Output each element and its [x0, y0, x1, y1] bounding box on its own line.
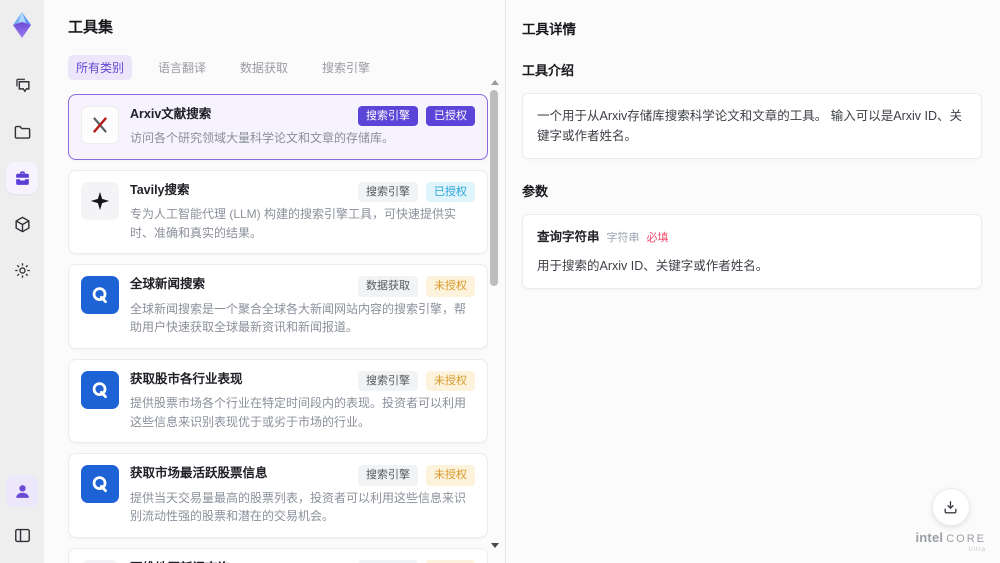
auth-status-badge: 未授权 — [426, 465, 475, 486]
auth-status-badge: 未授权 — [426, 370, 475, 392]
tool-title: 获取市场最活跃股票信息 — [130, 466, 268, 481]
category-tab[interactable]: 数据获取 — [232, 55, 296, 80]
category-tabs: 所有类别 语言翻译 数据获取 搜索引擎 — [68, 55, 505, 80]
scrollbar-thumb[interactable] — [490, 90, 498, 286]
param-box: 查询字符串 字符串 必填 用于搜索的Arxiv ID、关键字或作者姓名。 — [522, 214, 982, 289]
collapse-panel-icon[interactable] — [6, 519, 38, 551]
tool-card[interactable]: 万维地区新闻查询 搜索引擎 未授权 查询具体行政区划内的新闻，快速了解各地新闻动 — [68, 547, 488, 563]
download-icon — [944, 500, 957, 513]
tool-badges: 搜索引擎 已授权 — [350, 106, 475, 127]
intel-wordmark: intel — [915, 530, 944, 545]
tool-card[interactable]: 全球新闻搜索 数据获取 未授权 全球新闻搜索是一个聚合全球各大新闻网站内容的搜索… — [68, 264, 488, 349]
tool-card-body: 获取市场最活跃股票信息 搜索引擎 未授权 提供当天交易量最高的股票列表，投资者可… — [130, 465, 475, 525]
folder-icon[interactable] — [6, 116, 38, 148]
tool-detail-pane: 工具详情 工具介绍 一个用于从Arxiv存储库搜索科学论文和文章的工具。 输入可… — [505, 0, 1000, 563]
param-required-badge: 必填 — [646, 232, 669, 244]
tool-card-body: Tavily搜索 搜索引擎 已授权 专为人工智能代理 (LLM) 构建的搜索引擎… — [130, 181, 475, 242]
tool-title: Arxiv文献搜索 — [130, 107, 212, 121]
ultra-wordmark: Ultra — [968, 547, 986, 553]
tool-card-body: 全球新闻搜索 数据获取 未授权 全球新闻搜索是一个聚合全球各大新闻网站内容的搜索… — [130, 276, 475, 336]
page-title: 工具集 — [68, 19, 114, 36]
auth-status-badge: 已授权 — [426, 181, 475, 203]
tool-title: 获取股市各行业表现 — [130, 371, 243, 386]
tool-card-body: Arxiv文献搜索 搜索引擎 已授权 访问各个研究领域大量科学论文和文章的存储库… — [130, 106, 475, 148]
tool-title: 全球新闻搜索 — [130, 277, 206, 292]
tool-list-pane: 工具集 所有类别 语言翻译 数据获取 搜索引擎 Arxiv文献搜索 搜索引擎 已授权 … — [44, 0, 505, 563]
tool-card[interactable]: 获取市场最活跃股票信息 搜索引擎 未授权 提供当天交易量最高的股票列表，投资者可… — [68, 453, 488, 538]
tool-badges: 搜索引擎 未授权 — [350, 465, 475, 486]
tool-description: 提供股票市场各个行业在特定时间段内的表现。投资者可以利用这些信息来识别表现优于或… — [130, 396, 467, 429]
tool-badges: 搜索引擎 已授权 — [350, 181, 475, 203]
app-logo-icon — [7, 10, 37, 40]
left-rail — [0, 0, 44, 563]
category-tab[interactable]: 所有类别 — [68, 55, 133, 80]
auth-status-badge: 已授权 — [426, 106, 475, 127]
intro-heading: 工具介绍 — [522, 63, 575, 78]
list-scrollbar[interactable] — [489, 80, 499, 548]
app-window: 工具集 所有类别 语言翻译 数据获取 搜索引擎 Arxiv文献搜索 搜索引擎 已授权 … — [0, 0, 1000, 563]
intel-core-logo: intel core Ultra — [915, 531, 986, 553]
rail-bottom — [6, 475, 38, 551]
tool-description: 全球新闻搜索是一个聚合全球各大新闻网站内容的搜索引擎，帮助用户快速获取全球最新资… — [130, 301, 467, 335]
auth-status-badge: 未授权 — [426, 276, 475, 297]
tool-description: 访问各个研究领域大量科学论文和文章的存储库。 — [130, 131, 395, 146]
cube-icon[interactable] — [6, 208, 38, 240]
download-button[interactable] — [931, 488, 970, 526]
param-description: 用于搜索的Arxiv ID、关键字或作者姓名。 — [537, 258, 769, 273]
param-type: 字符串 — [606, 232, 640, 244]
tool-card-body: 获取股市各行业表现 搜索引擎 未授权 提供股票市场各个行业在特定时间段内的表现。… — [130, 370, 475, 431]
category-tab[interactable]: 搜索引擎 — [314, 55, 378, 80]
tool-badges: 搜索引擎 未授权 — [350, 370, 475, 392]
tool-card[interactable]: 获取股市各行业表现 搜索引擎 未授权 提供股票市场各个行业在特定时间段内的表现。… — [68, 358, 488, 444]
gear-icon[interactable] — [6, 254, 38, 286]
arxiv-x-icon — [81, 106, 119, 144]
category-badge: 搜索引擎 — [358, 370, 418, 392]
intro-box: 一个用于从Arxiv存储库搜索科学论文和文章的工具。 输入可以是Arxiv ID… — [522, 93, 982, 159]
rail-nav — [6, 70, 38, 286]
tool-badges: 数据获取 未授权 — [350, 276, 475, 297]
intro-text: 一个用于从Arxiv存储库搜索科学论文和文章的工具。 输入可以是Arxiv ID… — [537, 109, 963, 143]
category-badge: 搜索引擎 — [358, 181, 418, 203]
user-icon[interactable] — [6, 475, 38, 507]
tool-card[interactable]: Tavily搜索 搜索引擎 已授权 专为人工智能代理 (LLM) 构建的搜索引擎… — [68, 169, 488, 255]
detail-title: 工具详情 — [522, 22, 576, 37]
param-name: 查询字符串 — [537, 230, 600, 244]
news-q-icon — [81, 370, 119, 409]
params-heading: 参数 — [522, 184, 549, 199]
chat-icon[interactable] — [6, 70, 38, 102]
scroll-down-arrow-icon[interactable] — [491, 543, 499, 548]
toolbox-icon[interactable] — [6, 162, 38, 194]
tool-description: 专为人工智能代理 (LLM) 构建的搜索引擎工具，可快速提供实时、准确和真实的结… — [130, 207, 457, 240]
bottom-right-area: intel core Ultra — [915, 488, 986, 553]
core-wordmark: core — [946, 533, 986, 545]
news-q-icon — [81, 276, 119, 315]
category-badge: 搜索引擎 — [358, 465, 418, 486]
tool-description: 提供当天交易量最高的股票列表，投资者可以利用这些信息来识别流动性强的股票和潜在的… — [130, 490, 467, 524]
news-q-icon — [81, 465, 119, 504]
sparkle-star-icon — [81, 181, 119, 220]
category-badge: 搜索引擎 — [358, 106, 418, 127]
category-badge: 数据获取 — [358, 276, 418, 297]
tool-card-list: Arxiv文献搜索 搜索引擎 已授权 访问各个研究领域大量科学论文和文章的存储库… — [68, 94, 488, 563]
scroll-up-arrow-icon[interactable] — [491, 80, 499, 85]
tool-title: Tavily搜索 — [130, 182, 190, 197]
category-tab[interactable]: 语言翻译 — [150, 55, 214, 80]
tool-card[interactable]: Arxiv文献搜索 搜索引擎 已授权 访问各个研究领域大量科学论文和文章的存储库… — [68, 94, 488, 160]
